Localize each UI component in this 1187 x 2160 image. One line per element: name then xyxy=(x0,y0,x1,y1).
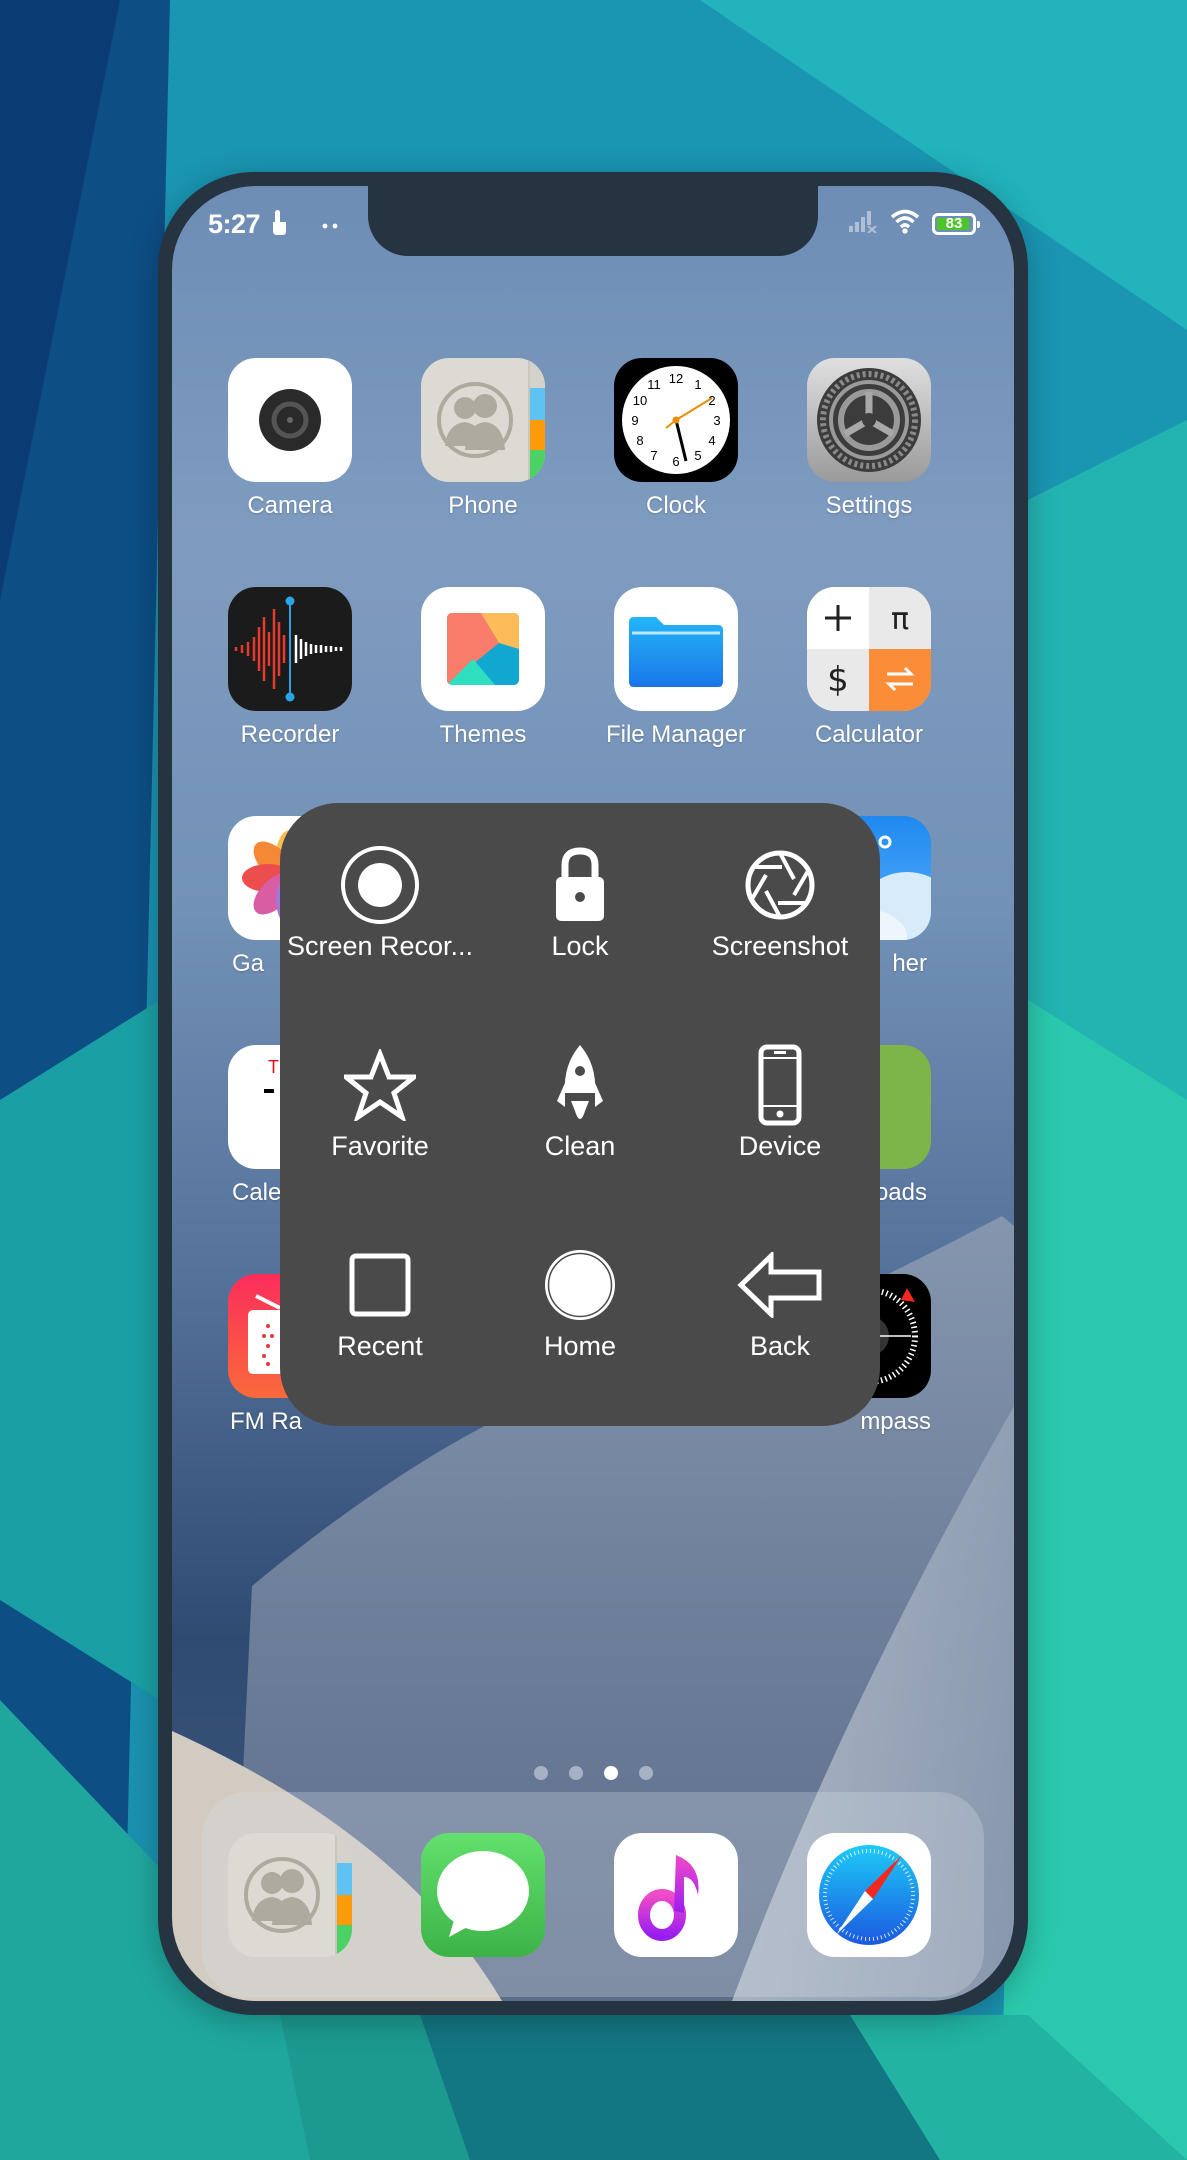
page-dot[interactable] xyxy=(568,1766,583,1780)
app-label: Recorder xyxy=(240,721,340,748)
back-arrow-icon xyxy=(680,1245,880,1325)
dots-icon xyxy=(322,216,338,234)
battery-level: 83 xyxy=(945,215,963,232)
menu-item-label: Screen Recor... xyxy=(286,931,474,961)
menu-item-screen-record[interactable]: Screen Recor... xyxy=(280,845,480,962)
message-icon xyxy=(421,1833,545,1957)
menu-item-label: Lock xyxy=(551,931,609,961)
app-calculator[interactable]: π $ Calculator xyxy=(789,587,949,749)
camera-icon xyxy=(228,358,352,482)
calculator-icon: π $ xyxy=(807,587,931,711)
app-label: Themes xyxy=(439,721,527,748)
aperture-icon xyxy=(680,845,880,925)
waveform-icon xyxy=(228,587,352,711)
phone-device-icon xyxy=(680,1044,880,1126)
svg-text:6: 6 xyxy=(672,454,679,469)
menu-item-label: Favorite xyxy=(331,1131,429,1161)
page-dot-active[interactable] xyxy=(603,1766,618,1780)
app-label: Settings xyxy=(825,492,913,519)
svg-text:T: T xyxy=(268,1057,279,1077)
menu-item-lock[interactable]: Lock xyxy=(480,845,680,962)
assistive-touch-menu: Screen Recor... Lock Screenshot Favorite xyxy=(280,803,880,1426)
menu-item-screenshot[interactable]: Screenshot xyxy=(680,845,880,962)
touch-icon xyxy=(270,208,288,241)
svg-text:8: 8 xyxy=(636,433,643,448)
app-label: Phone xyxy=(448,492,518,519)
dock-app-contacts[interactable] xyxy=(210,1833,370,1957)
svg-text:π: π xyxy=(891,602,909,637)
dock-app-browser[interactable] xyxy=(789,1833,949,1957)
svg-text:3: 3 xyxy=(713,413,720,428)
phone-frame: 5:27 83 Camera Phone 12 1 2 3 4 5 6 7 8 … xyxy=(158,172,1028,2015)
clock-time: 5:27 xyxy=(208,209,261,239)
app-themes[interactable]: Themes xyxy=(403,587,563,749)
app-phone[interactable]: Phone xyxy=(403,358,563,520)
contacts-icon xyxy=(421,358,545,482)
dock-app-music[interactable] xyxy=(596,1833,756,1957)
app-label: File Manager xyxy=(605,721,747,748)
svg-text:9: 9 xyxy=(631,413,638,428)
star-icon xyxy=(280,1045,480,1125)
svg-text:5: 5 xyxy=(694,448,701,463)
menu-item-label: Device xyxy=(738,1131,822,1161)
compass-browser-icon xyxy=(807,1833,931,1957)
record-icon xyxy=(280,845,480,925)
page-indicator xyxy=(172,1766,1014,1780)
menu-item-device[interactable]: Device xyxy=(680,1044,880,1162)
menu-item-label: Screenshot xyxy=(711,931,849,961)
home-circle-icon xyxy=(480,1245,680,1325)
wifi-icon xyxy=(890,208,920,239)
svg-text:7: 7 xyxy=(650,448,657,463)
svg-text:$: $ xyxy=(827,660,849,700)
svg-text:12: 12 xyxy=(669,371,683,386)
svg-text:4: 4 xyxy=(708,433,715,448)
svg-text:1: 1 xyxy=(694,377,701,392)
page-dot[interactable] xyxy=(533,1766,548,1780)
themes-icon xyxy=(421,587,545,711)
svg-text:11: 11 xyxy=(647,377,661,392)
dock xyxy=(202,1792,984,1997)
dock-app-messages[interactable] xyxy=(403,1833,563,1957)
menu-item-label: Back xyxy=(749,1331,811,1361)
menu-item-label: Recent xyxy=(337,1331,423,1361)
signal-icon xyxy=(848,209,878,238)
app-label: Clock xyxy=(645,492,706,519)
clock-icon: 12 1 2 3 4 5 6 7 8 9 10 11 xyxy=(614,358,738,482)
app-recorder[interactable]: Recorder xyxy=(210,587,370,749)
menu-item-back[interactable]: Back xyxy=(680,1245,880,1362)
status-bar-right: 83 xyxy=(848,208,980,239)
svg-text:10: 10 xyxy=(633,393,647,408)
menu-item-label: Home xyxy=(543,1331,617,1361)
lock-icon xyxy=(480,845,680,925)
page-dot[interactable] xyxy=(638,1766,653,1780)
menu-item-label: Clean xyxy=(544,1131,616,1161)
menu-item-clean[interactable]: Clean xyxy=(480,1045,680,1162)
menu-item-home[interactable]: Home xyxy=(480,1245,680,1362)
app-settings[interactable]: Settings xyxy=(789,358,949,520)
app-label: Calculator xyxy=(814,721,924,748)
app-label: Camera xyxy=(247,492,333,519)
app-camera[interactable]: Camera xyxy=(210,358,370,520)
menu-item-recent[interactable]: Recent xyxy=(280,1245,480,1362)
square-icon xyxy=(280,1245,480,1325)
folder-icon xyxy=(614,587,738,711)
contacts-icon xyxy=(228,1833,352,1957)
rocket-icon xyxy=(480,1045,680,1125)
battery-icon: 83 xyxy=(932,212,980,235)
notch xyxy=(368,186,818,256)
app-clock[interactable]: 12 1 2 3 4 5 6 7 8 9 10 11 Clock xyxy=(596,358,756,520)
music-note-icon xyxy=(614,1833,738,1957)
app-file-manager[interactable]: File Manager xyxy=(596,587,756,749)
gear-icon xyxy=(807,358,931,482)
status-bar-left: 5:27 xyxy=(208,208,338,241)
menu-item-favorite[interactable]: Favorite xyxy=(280,1045,480,1162)
